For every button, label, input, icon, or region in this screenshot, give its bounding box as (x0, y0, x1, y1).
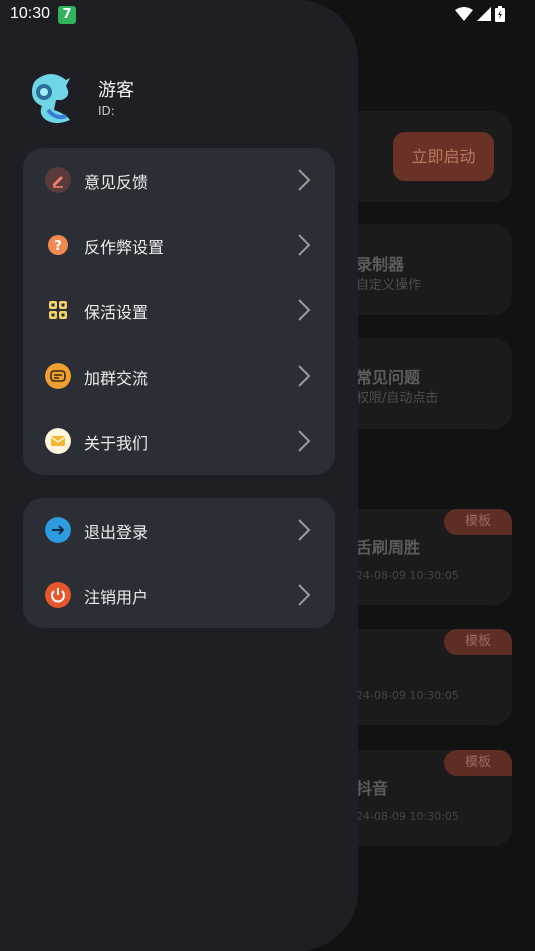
mail-icon (45, 428, 71, 454)
avatar[interactable] (26, 70, 76, 126)
user-name: 游客 (98, 80, 134, 101)
template-tag: 模板 (444, 750, 512, 776)
menu-item-join-group[interactable]: 加群交流 (23, 344, 335, 408)
logout-icon (45, 517, 71, 543)
menu-label: 退出登录 (84, 523, 149, 542)
chevron-right-icon (298, 584, 311, 606)
menu-item-logout[interactable]: 退出登录 (23, 498, 335, 562)
recorder-title: 录制器 (356, 255, 405, 274)
menu-label: 关于我们 (84, 434, 149, 453)
grid-icon (49, 301, 67, 319)
chevron-right-icon (298, 430, 311, 452)
power-icon (45, 582, 71, 608)
menu-label: 注销用户 (84, 588, 149, 607)
chevron-right-icon (298, 169, 311, 191)
script-title: 抖音 (356, 779, 389, 798)
menu-label: 意见反馈 (84, 173, 149, 192)
recorder-subtitle: 自定义操作 (356, 278, 422, 293)
menu-item-delete-account[interactable]: 注销用户 (23, 563, 335, 627)
battery-icon (495, 6, 505, 22)
user-id: ID: (98, 104, 115, 118)
notification-badge: 7 (58, 6, 76, 24)
menu-label: 加群交流 (84, 369, 149, 388)
feedback-icon (45, 167, 71, 193)
faq-title: 常见问题 (356, 368, 421, 387)
status-bar: 10:30 7 (0, 0, 535, 30)
menu-item-anti-cheat[interactable]: ? 反作弊设置 (23, 213, 335, 277)
faq-subtitle: 权限/自动点击 (356, 391, 439, 406)
template-tag: 模板 (444, 629, 512, 655)
script-date: 24-08-09 10:30:05 (356, 689, 459, 702)
chevron-right-icon (298, 234, 311, 256)
menu-label: 反作弊设置 (84, 238, 165, 257)
menu-group-account: 退出登录 注销用户 (23, 498, 335, 628)
status-time: 10:30 (10, 5, 51, 22)
menu-label: 保活设置 (84, 303, 149, 322)
svg-text:?: ? (54, 239, 62, 254)
template-tag: 模板 (444, 509, 512, 535)
start-button[interactable]: 立即启动 (393, 132, 494, 181)
wifi-icon (455, 7, 473, 21)
chevron-right-icon (298, 299, 311, 321)
chevron-right-icon (298, 365, 311, 387)
signal-icon (477, 7, 491, 21)
script-date: 24-08-09 10:30:05 (356, 810, 459, 823)
chevron-right-icon (298, 519, 311, 541)
status-icons (455, 6, 505, 22)
script-date: 24-08-09 10:30:05 (356, 569, 459, 582)
chat-icon (45, 363, 71, 389)
menu-item-feedback[interactable]: 意见反馈 (23, 148, 335, 212)
navigation-drawer: 游客 ID: 意见反馈 ? 反作弊设置 保活设置 加群交流 关于我们 退出登录 … (0, 0, 358, 951)
script-title: 舌刷周胜 (356, 538, 421, 557)
menu-group-main: 意见反馈 ? 反作弊设置 保活设置 加群交流 关于我们 (23, 148, 335, 475)
menu-item-keep-alive[interactable]: 保活设置 (23, 278, 335, 342)
question-icon: ? (48, 235, 68, 255)
menu-item-about[interactable]: 关于我们 (23, 409, 335, 473)
